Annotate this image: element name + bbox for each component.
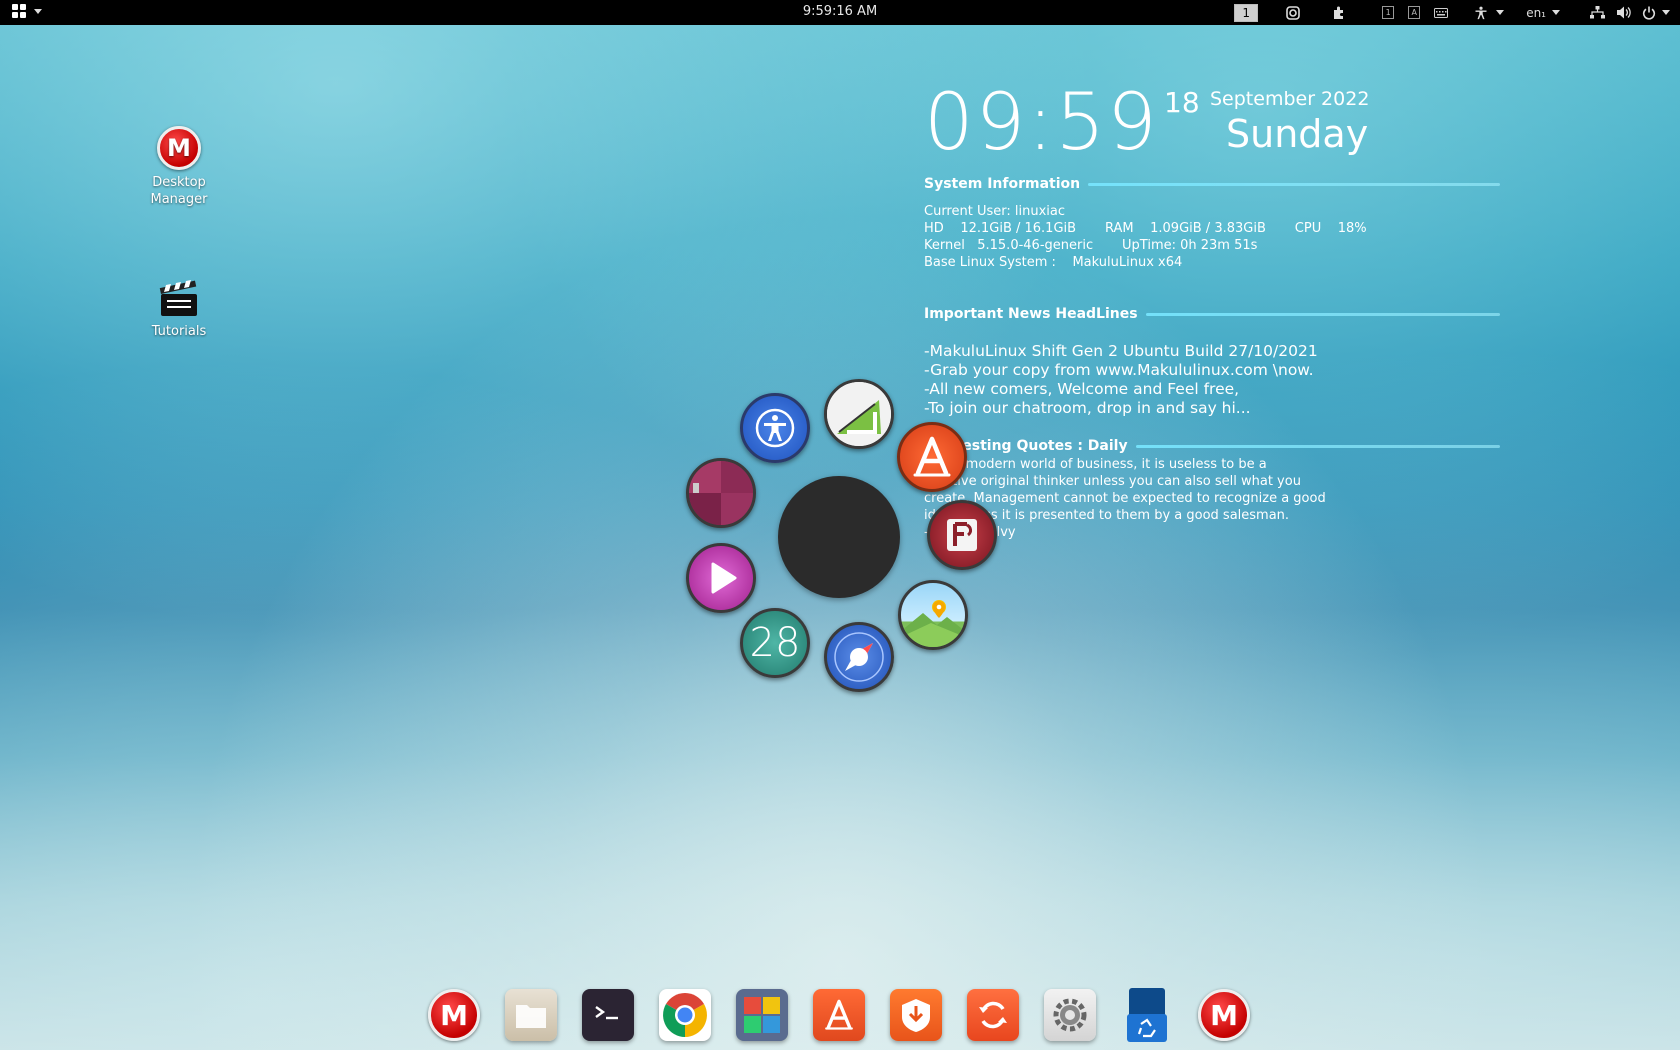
quote-line: creative original thinker unless you can… [924,474,1301,489]
fontforge-icon[interactable] [927,500,997,570]
dock: M M [0,980,1680,1050]
dock-item-settings[interactable] [1042,987,1098,1043]
input-indicator[interactable]: 1 A [1382,3,1421,22]
system-info-line: Kernel 5.15.0-46-generic UpTime: 0h 23m … [924,238,1258,253]
keyboard-layout[interactable]: en₁ [1526,3,1546,22]
desktop-icon-label: Tutorials [151,324,207,339]
launcher-center[interactable] [778,476,900,598]
dock-item-makulu-2[interactable]: M [1196,987,1252,1043]
news-line: -Grab your copy from www.Makululinux.com… [924,361,1314,379]
indicator-a: A [1408,6,1421,19]
conky-month-year: September 2022 [1210,88,1370,110]
dock-item-chrome[interactable] [657,987,713,1043]
conky-day: 18 [1164,86,1200,119]
accessibility-icon[interactable] [1474,3,1488,22]
news-line: -To join our chatroom, drop in and say h… [924,399,1251,417]
makulu-logo-icon: M [1198,989,1250,1041]
makulu-logo-icon: M [428,989,480,1041]
makulu-logo-icon: M [157,126,201,170]
power-icon[interactable] [1642,3,1656,22]
web-browser-icon[interactable] [824,622,894,692]
system-tray: 1 1 A en₁ [1234,3,1670,22]
desktop-icon-label: Desktop [152,175,206,190]
terminal-icon [582,989,634,1041]
conky-weekday: Sunday [1226,112,1369,156]
desktop-icon-tutorials[interactable]: Tutorials [124,278,234,340]
drawing-icon[interactable] [824,379,894,449]
chevron-down-icon[interactable] [1552,3,1560,22]
app-store-icon[interactable] [897,422,967,492]
installer-icon [890,989,942,1041]
chevron-down-icon[interactable] [1496,3,1505,22]
screenshot-icon[interactable] [1286,3,1300,22]
media-player-icon[interactable] [686,543,756,613]
system-info-heading: System Information [924,176,1500,192]
calendar-day: 28 [749,620,801,666]
keyboard-icon[interactable] [1434,3,1449,22]
dock-item-terminal[interactable] [580,987,636,1043]
chrome-icon [659,989,711,1041]
indicator-1: 1 [1382,6,1395,19]
news-heading: Important News HeadLines [924,306,1500,322]
clapperboard-icon [157,278,201,318]
dock-item-updater[interactable] [965,987,1021,1043]
app-grid-icon [736,989,788,1041]
dock-item-app-store[interactable] [811,987,867,1043]
chevron-down-icon[interactable] [1662,3,1670,22]
dock-item-app-grid[interactable] [734,987,790,1043]
desktop-icon-desktop-manager[interactable]: M Desktop Manager [124,126,234,208]
system-info-line: HD 12.1GiB / 16.1GiB RAM 1.09GiB / 3.83G… [924,221,1367,236]
dock-item-files[interactable] [503,987,559,1043]
network-icon[interactable] [1590,3,1605,22]
conky-time: 09:59 [924,78,1159,168]
top-panel: 9:59:16 AM 1 1 A en₁ [0,0,1680,25]
calendar-icon[interactable]: 28 [740,608,810,678]
system-info-line: Current User: linuxiac [924,204,1065,219]
image-viewer-icon[interactable] [898,580,968,650]
quote-line: create. Management cannot be expected to… [924,491,1326,506]
quotes-heading: Interesting Quotes : Daily [924,438,1500,454]
files-icon [505,989,557,1041]
news-line: -MakuluLinux Shift Gen 2 Ubuntu Build 27… [924,342,1318,360]
updater-icon [967,989,1019,1041]
workspace-indicator[interactable]: 1 [1234,3,1259,22]
system-info-line: Base Linux System : MakuluLinux x64 [924,255,1183,270]
recycle-bin-icon [1125,988,1169,1042]
quote-line: In the modern world of business, it is u… [924,457,1267,472]
dock-item-installer[interactable] [888,987,944,1043]
settings-icon [1044,989,1096,1041]
dock-item-makulu[interactable]: M [426,987,482,1043]
news-line: -All new comers, Welcome and Feel free, [924,380,1240,398]
volume-icon[interactable] [1617,3,1632,22]
app-store-icon [813,989,865,1041]
extension-icon[interactable] [1332,3,1346,22]
accessibility-icon[interactable] [740,393,810,463]
dock-item-recycle-bin[interactable] [1119,987,1175,1043]
theme-icon[interactable] [686,458,756,528]
desktop-icon-label: Manager [150,192,208,207]
